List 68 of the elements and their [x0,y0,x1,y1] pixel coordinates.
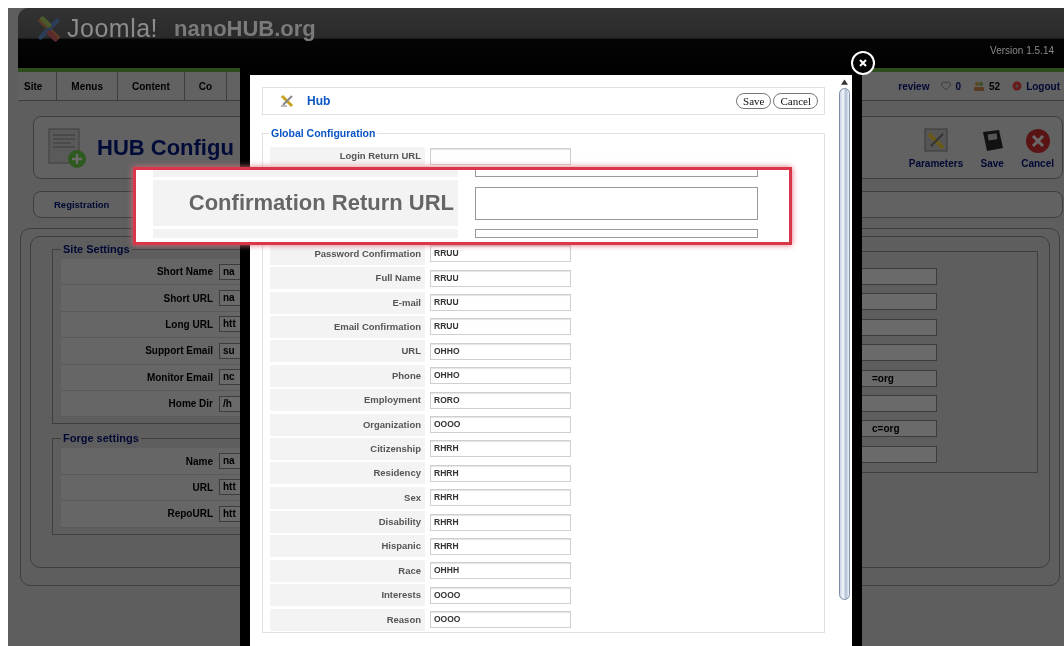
field-label: URL [191,481,213,493]
field-label: Email Confirmation [270,315,425,338]
field-label: Citizenship [270,437,425,460]
field-label: E-mail [270,291,425,314]
input-field[interactable]: RRUU [430,245,571,263]
input-field[interactable]: OOOO [430,611,571,629]
field-label: Residency [270,462,425,485]
heart-icon [941,81,952,91]
input-field[interactable] [430,147,571,165]
scroll-up-arrow-icon[interactable] [840,79,848,85]
users-icon [973,81,985,91]
power-icon [1012,81,1023,91]
field-label: Confirmation Return URL [153,180,458,226]
site-name: nanoHUB.org [174,15,316,42]
input-field[interactable]: OOOO [430,586,571,604]
fieldset-legend: Forge settings [61,432,141,445]
input-field[interactable]: RHRH [430,537,571,555]
field-label: Reason [270,608,425,631]
input-field[interactable]: RHRH [430,440,571,458]
input-field[interactable] [475,170,758,177]
fieldset-legend: Site Settings [61,243,132,255]
modal-action-button[interactable]: Cancel [773,93,818,109]
tools-icon [279,93,295,109]
input-field[interactable]: RORO [430,391,571,409]
joomla-logo-icon [35,14,63,43]
field-label: Support Email [144,345,213,357]
field-label: RepoURL [166,508,213,520]
modal-action-button[interactable]: Save [736,93,772,109]
input-field[interactable] [475,186,758,220]
field-label: Organization [270,413,425,436]
field-label: Monitor Email [145,371,213,383]
field-label: Short URL [162,292,213,304]
user-count: 52 [989,80,1001,92]
input-field[interactable]: OHHO [430,342,571,360]
input-field[interactable]: OHHH [430,562,571,580]
modal-title: Hub [307,94,331,108]
input-field[interactable]: OOOO [430,416,571,433]
field-label: Sex [270,486,425,509]
field-label: Hispanic [270,535,425,558]
scrollbar-thumb[interactable] [838,88,850,600]
field-label: Name [184,455,213,467]
field-label: Login Return URL [270,147,425,166]
input-field[interactable] [475,229,758,238]
field-label: Home Dir [167,398,213,410]
field-label: Short Name [155,266,213,278]
input-field[interactable]: RRUU [430,318,571,336]
field-label: Phone [270,364,425,387]
field-label: Long URL [164,318,213,330]
input-field[interactable]: RHRH [430,513,571,531]
input-field[interactable]: RHRH [430,464,571,482]
field-label: Full Name [270,267,425,290]
input-field[interactable]: RRUU [430,269,571,287]
field-label: Interests [270,584,425,607]
input-field[interactable]: OHHO [430,367,571,385]
page-title: HUB Configu [97,134,234,161]
brand-name: Joomla! [67,14,159,43]
input-field[interactable]: RRUU [430,294,571,312]
version-text: Version 1.5.14 [990,45,1054,56]
field-label: Race [270,559,425,582]
field-label: Employment [270,389,425,412]
close-icon [858,58,868,68]
field-label: Disability [270,511,425,534]
config-page-icon [47,126,87,169]
input-field[interactable]: RHRH [430,489,571,507]
fieldset-legend: Global Configuration [269,127,378,139]
scrollbar[interactable] [836,75,852,646]
message-count: 0 [955,80,961,92]
field-label: URL [270,340,425,363]
